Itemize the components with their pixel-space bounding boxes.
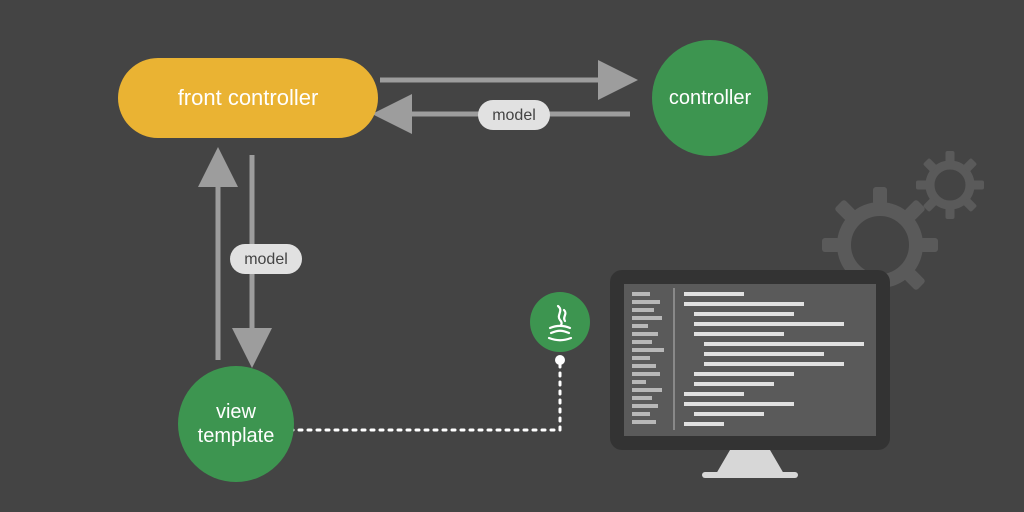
view-template-label-2: template	[198, 425, 275, 447]
edge-label-front-to-view: model	[230, 244, 302, 274]
svg-text:model: model	[244, 251, 288, 268]
controller-label: controller	[669, 87, 752, 109]
gear-icon-small	[902, 137, 998, 233]
computer-icon	[610, 270, 890, 478]
edge-label-controller-to-front: model	[478, 100, 550, 130]
view-template-node: view template	[178, 366, 294, 482]
dotted-path-endpoint	[555, 355, 565, 365]
controller-node: controller	[652, 40, 768, 156]
dotted-path-view-to-computer	[290, 360, 560, 430]
front-controller-node: front controller	[118, 58, 378, 138]
front-controller-label: front controller	[178, 85, 319, 110]
java-badge	[530, 292, 590, 352]
view-template-label-1: view	[216, 401, 257, 423]
svg-text:model: model	[492, 107, 536, 124]
